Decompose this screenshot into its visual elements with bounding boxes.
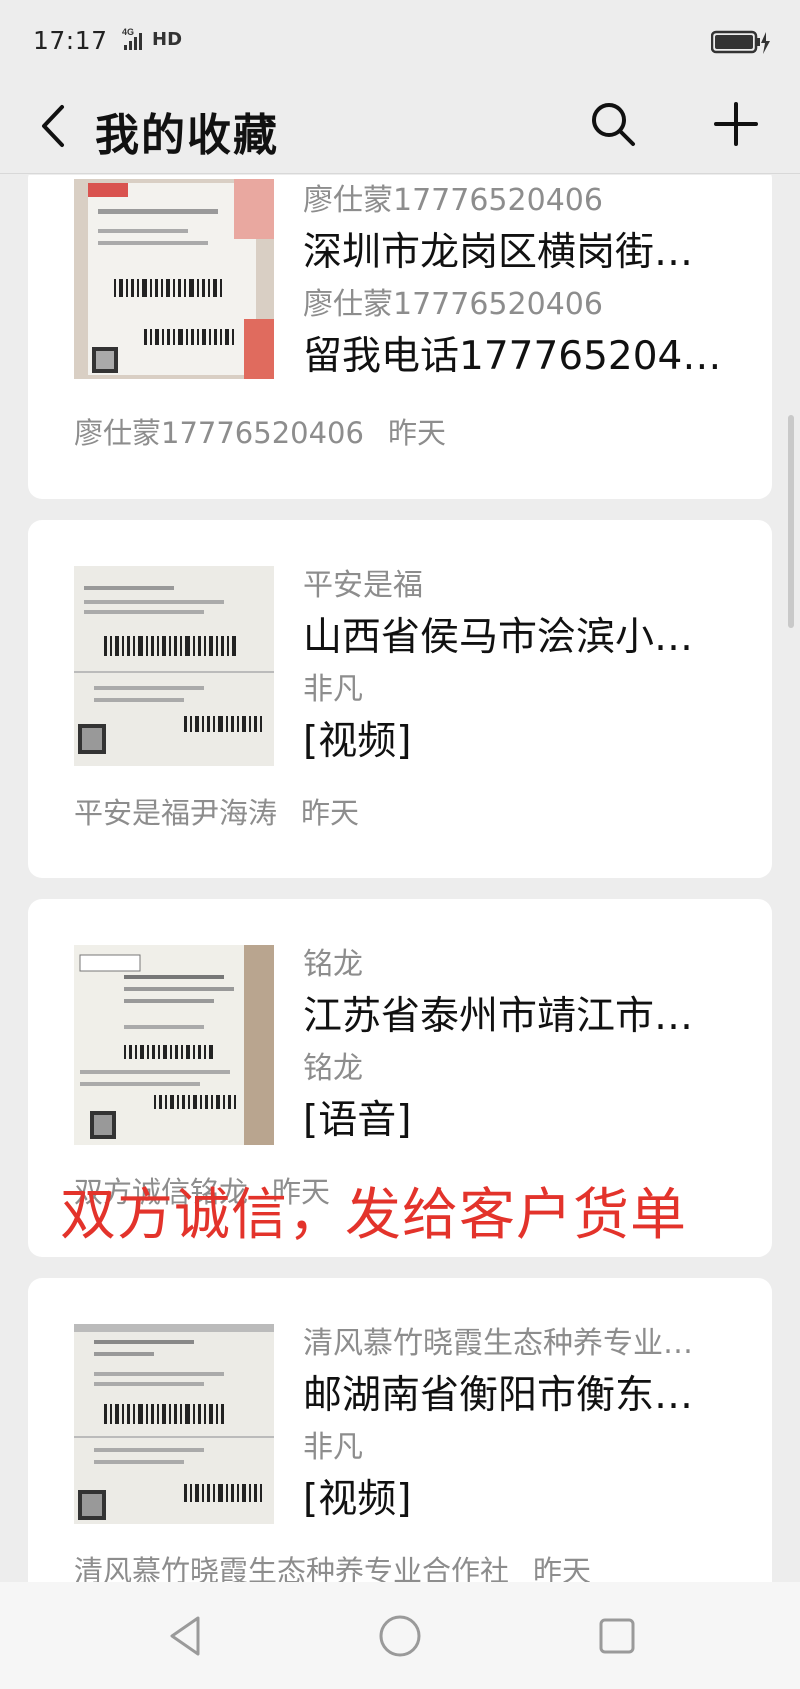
favorite-line: 邮湖南省衡阳市衡东… (303, 1373, 694, 1418)
app-header: 我的收藏 (0, 82, 800, 174)
express-waybill-thumbnail (74, 566, 274, 766)
favorite-footer: 廖仕蒙17776520406 昨天 (74, 410, 470, 452)
status-bar: 17:17 4G HD (0, 0, 800, 82)
signal-icon: 4G (100, 26, 146, 56)
favorites-list[interactable]: 廖仕蒙17776520406 深圳市龙岗区横岗街… 廖仕蒙17776520406… (0, 175, 800, 1582)
system-nav-bar (0, 1582, 800, 1689)
overlay-caption: 双方诚信，发给客户货单 (60, 1183, 687, 1248)
nav-home-button[interactable] (370, 1610, 430, 1662)
favorite-line: 铭龙 (303, 1051, 363, 1086)
favorite-time: 昨天 (533, 1554, 592, 1582)
favorite-line: 清风慕竹晓霞生态种养专业… (303, 1326, 693, 1361)
favorite-footer: 清风慕竹晓霞生态种养专业合作社 昨天 (74, 1548, 615, 1582)
nav-recents-button[interactable] (587, 1610, 647, 1662)
favorite-card[interactable]: 清风慕竹晓霞生态种养专业… 邮湖南省衡阳市衡东… 非凡 [视频] 清风慕竹晓霞生… (28, 1278, 772, 1582)
favorite-card[interactable]: 平安是福 山西省侯马市浍滨小… 非凡 [视频] 平安是福尹海涛 昨天 (28, 520, 772, 878)
battery-charging-icon (710, 30, 771, 60)
express-waybill-thumbnail (74, 945, 274, 1145)
favorite-line: 江苏省泰州市靖江市… (303, 994, 694, 1039)
back-button[interactable] (28, 96, 78, 156)
express-waybill-thumbnail (74, 1324, 274, 1524)
favorite-line: 非凡 (303, 672, 363, 707)
add-button[interactable] (706, 94, 766, 154)
scrollbar[interactable] (788, 415, 794, 628)
triangle-back-icon (170, 1616, 200, 1656)
search-icon (592, 103, 635, 146)
express-waybill-thumbnail (74, 179, 274, 379)
favorite-line: 山西省侯马市浍滨小… (303, 615, 694, 660)
favorite-source: 平安是福尹海涛 (74, 796, 278, 830)
favorite-time: 昨天 (387, 416, 446, 450)
favorite-time: 昨天 (301, 796, 360, 830)
plus-icon (714, 102, 758, 146)
network-label: HD (152, 29, 183, 50)
favorite-line: 铭龙 (303, 947, 363, 982)
favorite-content: 铭龙 江苏省泰州市靖江市… 铭龙 [语音] (303, 939, 753, 1147)
nav-back-button[interactable] (155, 1610, 215, 1662)
favorite-line: 平安是福 (303, 568, 423, 603)
favorite-footer: 平安是福尹海涛 昨天 (74, 790, 383, 832)
favorite-line: 留我电话177765204… (303, 334, 722, 379)
favorite-line: [视频] (303, 1477, 412, 1522)
favorite-line: 廖仕蒙17776520406 (303, 183, 603, 218)
circle-home-icon (379, 1615, 421, 1657)
favorite-content: 廖仕蒙17776520406 深圳市龙岗区横岗街… 廖仕蒙17776520406… (303, 175, 753, 383)
search-button[interactable] (585, 94, 641, 154)
favorite-card[interactable]: 廖仕蒙17776520406 深圳市龙岗区横岗街… 廖仕蒙17776520406… (28, 175, 772, 499)
back-arrow-icon (42, 105, 64, 147)
favorite-line: 廖仕蒙17776520406 (303, 287, 603, 322)
favorite-line: 深圳市龙岗区横岗街… (303, 230, 694, 275)
network-badge: 4G (122, 27, 134, 37)
favorite-source: 清风慕竹晓霞生态种养专业合作社 (74, 1554, 510, 1582)
square-recents-icon (599, 1618, 635, 1654)
favorite-content: 清风慕竹晓霞生态种养专业… 邮湖南省衡阳市衡东… 非凡 [视频] (303, 1318, 753, 1526)
page-title: 我的收藏 (95, 110, 279, 161)
favorite-line: 非凡 (303, 1430, 363, 1465)
favorite-source: 廖仕蒙17776520406 (74, 416, 364, 450)
favorite-line: [视频] (303, 719, 412, 764)
favorite-line: [语音] (303, 1098, 412, 1143)
status-time: 17:17 (33, 26, 108, 55)
favorite-content: 平安是福 山西省侯马市浍滨小… 非凡 [视频] (303, 560, 753, 768)
